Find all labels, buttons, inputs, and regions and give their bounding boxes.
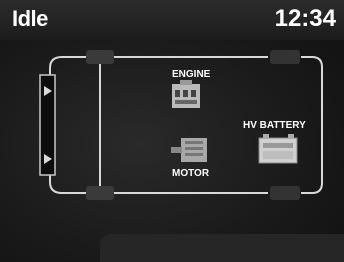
- energy-flow-diagram: [39, 50, 323, 200]
- grille-panel: [39, 74, 56, 176]
- motor-label: MOTOR: [172, 168, 210, 179]
- info-panel: [100, 234, 344, 262]
- front-left-tire: [86, 50, 114, 64]
- front-left-corner: [49, 56, 88, 69]
- engine-label: ENGINE: [172, 69, 211, 80]
- engine-icon: [172, 80, 200, 108]
- front-right-tire: [86, 186, 114, 200]
- front-right-corner: [49, 181, 88, 194]
- hv-battery-label: HV BATTERY: [243, 120, 306, 131]
- rear-left-tire: [270, 50, 300, 64]
- hybrid-energy-monitor-screen: Idle 12:34 ENGINE MOTOR HV BATTERY: [0, 0, 344, 262]
- motor-icon: [171, 138, 207, 162]
- battery-icon: [258, 134, 298, 164]
- rear-right-tire: [270, 186, 300, 200]
